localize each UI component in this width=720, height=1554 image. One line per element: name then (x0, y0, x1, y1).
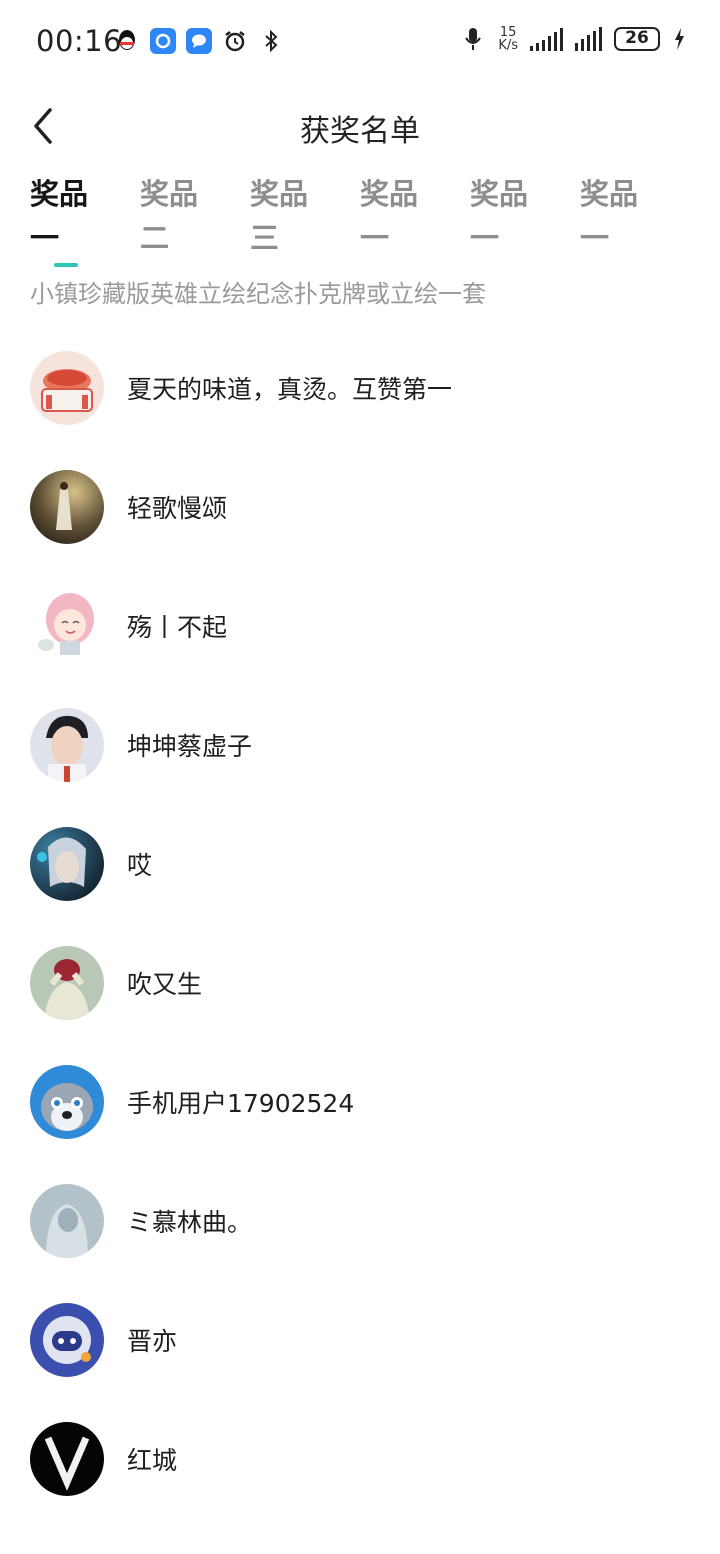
status-bar: 00:16 15 K/s 26 (0, 0, 720, 82)
list-item[interactable]: 坤坤蔡虚子 (30, 705, 690, 785)
message-icon (186, 28, 212, 54)
avatar (30, 946, 104, 1020)
avatar (30, 1303, 104, 1377)
tab-prize-6[interactable]: 奖品 一 (580, 172, 660, 260)
status-time: 00:16 (36, 24, 123, 58)
winner-name: 坤坤蔡虚子 (127, 732, 253, 761)
page-title: 获奖名单 (300, 114, 420, 149)
status-right: 15 K/s 26 (460, 26, 686, 52)
network-speed-unit: K/s (498, 38, 518, 53)
winner-name: 轻歌慢颂 (127, 494, 228, 523)
winner-name: 手机用户17902524 (127, 1089, 355, 1118)
app-notification-icon (150, 28, 176, 54)
winner-name: 夏天的味道，真烫。互赞第一 (127, 375, 453, 404)
avatar (30, 1184, 104, 1258)
notification-icons (114, 28, 284, 54)
winner-name: 殇丨不起 (127, 613, 228, 642)
avatar (30, 1422, 104, 1496)
winner-name: 吹又生 (127, 970, 203, 999)
network-speed: 15 K/s (498, 26, 518, 52)
tab-prize-4[interactable]: 奖品 一 (360, 172, 440, 260)
winner-name: ミ慕林曲。 (127, 1208, 253, 1237)
tab-prize-1[interactable]: 奖品 一 (30, 172, 110, 260)
winner-name: 晋亦 (127, 1327, 178, 1356)
signal-icon-1 (530, 27, 563, 51)
prize-tabs: 奖品 一 奖品 二 奖品 三 奖品 一 奖品 一 奖品 一 (30, 172, 710, 272)
avatar (30, 470, 104, 544)
bluetooth-icon (258, 28, 284, 54)
list-item[interactable]: 手机用户17902524 (30, 1062, 690, 1142)
avatar (30, 1065, 104, 1139)
tab-prize-5[interactable]: 奖品 一 (470, 172, 550, 260)
charging-icon (672, 26, 686, 52)
battery-indicator: 26 (614, 27, 660, 51)
signal-icon-2 (575, 27, 602, 51)
winner-name: 哎 (127, 851, 153, 880)
avatar (30, 827, 104, 901)
tab-prize-3[interactable]: 奖品 三 (250, 172, 330, 260)
tab-prize-2[interactable]: 奖品 二 (140, 172, 220, 260)
prize-description: 小镇珍藏版英雄立绘纪念扑克牌或立绘一套 (30, 280, 486, 308)
qq-icon (114, 28, 140, 54)
list-item[interactable]: 红城 (30, 1419, 690, 1499)
list-item[interactable]: 夏天的味道，真烫。互赞第一 (30, 348, 690, 428)
list-item[interactable]: 哎 (30, 824, 690, 904)
list-item[interactable]: 吹又生 (30, 943, 690, 1023)
list-item[interactable]: 殇丨不起 (30, 586, 690, 666)
nav-header: 获奖名单 (0, 90, 720, 160)
list-item[interactable]: 轻歌慢颂 (30, 467, 690, 547)
winner-name: 红城 (127, 1446, 178, 1475)
list-item[interactable]: ミ慕林曲。 (30, 1181, 690, 1261)
microphone-icon (460, 26, 486, 52)
avatar (30, 351, 104, 425)
avatar (30, 708, 104, 782)
avatar (30, 589, 104, 663)
list-item[interactable]: 晋亦 (30, 1300, 690, 1380)
active-tab-indicator (54, 263, 78, 267)
alarm-icon (222, 28, 248, 54)
